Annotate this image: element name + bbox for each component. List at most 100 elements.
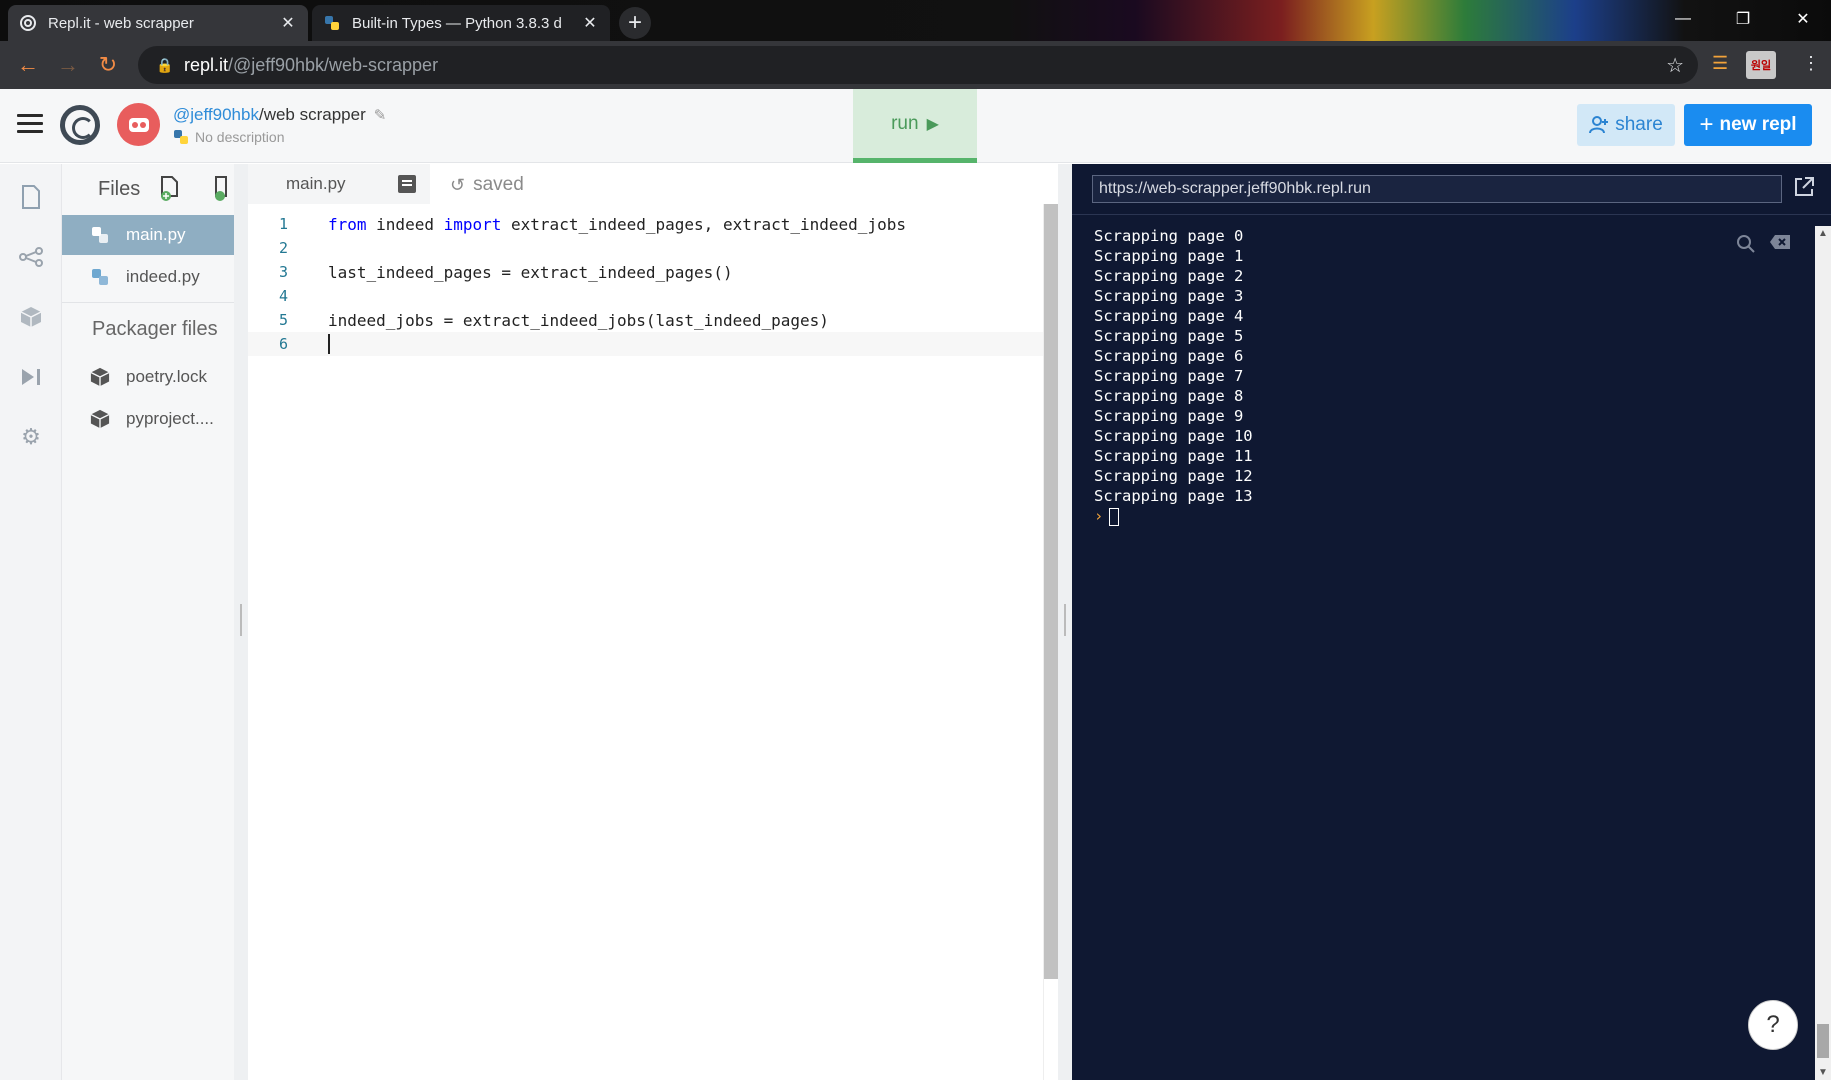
new-tab-button[interactable]: +: [619, 7, 651, 39]
file-item-poetry-lock[interactable]: poetry.lock: [62, 357, 234, 397]
share-label: share: [1615, 114, 1663, 135]
tab-close-icon[interactable]: ✕: [580, 13, 600, 33]
repl-title: @jeff90hbk/web scrapper ✎: [173, 105, 386, 125]
menu-kebab-icon[interactable]: ⋮: [1802, 53, 1820, 74]
console-scrollbar[interactable]: ▲ ▼: [1815, 226, 1831, 1080]
description-text: No description: [195, 129, 285, 145]
profile-badge[interactable]: 원일: [1746, 51, 1776, 79]
code-editor[interactable]: 1 from indeed import extract_indeed_page…: [248, 204, 1043, 1080]
code-line: 2: [248, 236, 1043, 260]
add-user-icon: [1589, 116, 1609, 134]
file-item-indeed-py[interactable]: indeed.py: [62, 257, 234, 297]
repl-description[interactable]: No description: [173, 129, 285, 145]
restore-icon[interactable]: ❐: [1715, 4, 1771, 34]
scroll-down-icon[interactable]: ▼: [1818, 1067, 1828, 1078]
console-line: Scrapping page 0: [1094, 227, 1244, 245]
python-language-icon: [174, 130, 188, 144]
line-number: 6: [278, 335, 288, 353]
scroll-up-icon[interactable]: ▲: [1818, 228, 1828, 239]
editor-scrollbar[interactable]: [1043, 204, 1058, 1080]
repl-run-url[interactable]: https://web-scrapper.jeff90hbk.repl.run: [1092, 175, 1782, 203]
play-icon: ▶: [926, 115, 939, 133]
splitter-grip[interactable]: [240, 604, 242, 636]
files-icon[interactable]: [16, 182, 46, 212]
scrollbar-thumb[interactable]: [1044, 204, 1058, 979]
file-tree: Files main.py indeed.py Packager files p…: [62, 164, 234, 1080]
line-number: 4: [278, 287, 288, 305]
code-line-current: 6: [248, 332, 1043, 356]
scrollbar-thumb[interactable]: [1817, 1024, 1829, 1058]
editor-tab-main-py[interactable]: main.py: [248, 164, 430, 204]
console-line: Scrapping page 11: [1094, 447, 1253, 465]
new-repl-button[interactable]: + new repl: [1684, 104, 1812, 146]
code-line: 3 last_indeed_pages = extract_indeed_pag…: [248, 260, 1043, 284]
line-content: last_indeed_pages = extract_indeed_pages…: [328, 262, 733, 282]
divider: [62, 302, 234, 303]
add-folder-icon[interactable]: [214, 176, 236, 202]
file-name: pyproject....: [126, 409, 214, 428]
hamburger-menu-icon[interactable]: [17, 114, 43, 134]
packages-cube-icon[interactable]: [16, 302, 46, 332]
debugger-step-icon[interactable]: [16, 362, 46, 392]
code-line: 5 indeed_jobs = extract_indeed_jobs(last…: [248, 308, 1043, 332]
console-line: Scrapping page 4: [1094, 307, 1244, 325]
console-output: Scrapping page 0 Scrapping page 1 Scrappin…: [1094, 226, 1253, 526]
forward-arrow-icon[interactable]: →: [54, 51, 82, 79]
sidebar-rail: ⚙: [0, 164, 62, 1080]
open-external-icon[interactable]: [1793, 176, 1817, 200]
repl-header: @jeff90hbk/web scrapper ✎ No description …: [0, 89, 1831, 163]
splitter-grip[interactable]: [1064, 604, 1066, 636]
history-icon: ↺: [450, 174, 466, 195]
file-item-main-py[interactable]: main.py: [62, 215, 234, 255]
version-control-icon[interactable]: [16, 242, 46, 272]
window-close-icon[interactable]: ✕: [1775, 4, 1831, 34]
avatar[interactable]: [117, 103, 160, 146]
console-line: Scrapping page 10: [1094, 427, 1253, 445]
url-host: repl.it: [184, 54, 229, 75]
repl-name[interactable]: web scrapper: [264, 105, 366, 124]
line-content: [298, 334, 330, 355]
share-button[interactable]: share: [1577, 104, 1675, 146]
code-text: extract_indeed_pages, extract_indeed_job…: [501, 214, 906, 234]
keyword: import: [443, 214, 502, 234]
format-document-icon[interactable]: [398, 175, 416, 193]
tab-title: Repl.it - web scrapper: [48, 14, 194, 32]
save-status: ↺ saved: [450, 174, 524, 196]
console-line: Scrapping page 3: [1094, 287, 1244, 305]
reload-icon[interactable]: ↻: [94, 51, 122, 79]
search-icon[interactable]: [1736, 234, 1756, 260]
plus-icon: +: [1699, 111, 1714, 138]
console-line: Scrapping page 1: [1094, 247, 1244, 265]
back-arrow-icon[interactable]: ←: [14, 51, 42, 79]
packager-files-heading: Packager files: [92, 318, 218, 340]
add-file-icon[interactable]: [160, 176, 182, 202]
console-prompt-line[interactable]: ›: [1094, 506, 1253, 526]
edit-pencil-icon[interactable]: ✎: [374, 107, 387, 124]
console-line: Scrapping page 8: [1094, 387, 1244, 405]
pane-splitter-left[interactable]: [234, 164, 248, 1080]
minimize-icon[interactable]: —: [1655, 4, 1711, 34]
reading-list-icon[interactable]: ☰: [1712, 53, 1728, 74]
prompt-chevron: ›: [1094, 507, 1104, 525]
package-cube-icon: [90, 409, 110, 429]
settings-gear-icon[interactable]: ⚙: [16, 422, 46, 452]
tab-close-icon[interactable]: ✕: [278, 13, 298, 33]
browser-tab-replit[interactable]: Repl.it - web scrapper ✕: [8, 5, 308, 41]
bookmark-star-icon[interactable]: ☆: [1666, 53, 1684, 78]
file-item-pyproject[interactable]: pyproject....: [62, 399, 234, 439]
address-bar[interactable]: 🔒 repl.it/@jeff90hbk/web-scrapper ☆: [138, 46, 1698, 84]
browser-tab-python-docs[interactable]: Built-in Types — Python 3.8.3 d ✕: [312, 5, 610, 41]
pane-splitter-right[interactable]: [1058, 164, 1072, 1080]
console-line: Scrapping page 7: [1094, 367, 1244, 385]
line-number: 3: [278, 263, 288, 281]
divider: [1072, 214, 1831, 215]
browser-tab-strip: Repl.it - web scrapper ✕ Built-in Types …: [0, 0, 1831, 41]
clear-console-icon[interactable]: [1769, 234, 1791, 255]
python-file-icon: [90, 267, 110, 287]
save-status-text: saved: [473, 174, 524, 195]
file-name: main.py: [126, 225, 186, 244]
help-button[interactable]: ?: [1748, 1000, 1798, 1050]
run-button[interactable]: run ▶: [853, 89, 977, 163]
replit-logo-icon[interactable]: [60, 105, 100, 145]
owner-link[interactable]: @jeff90hbk: [173, 105, 259, 124]
